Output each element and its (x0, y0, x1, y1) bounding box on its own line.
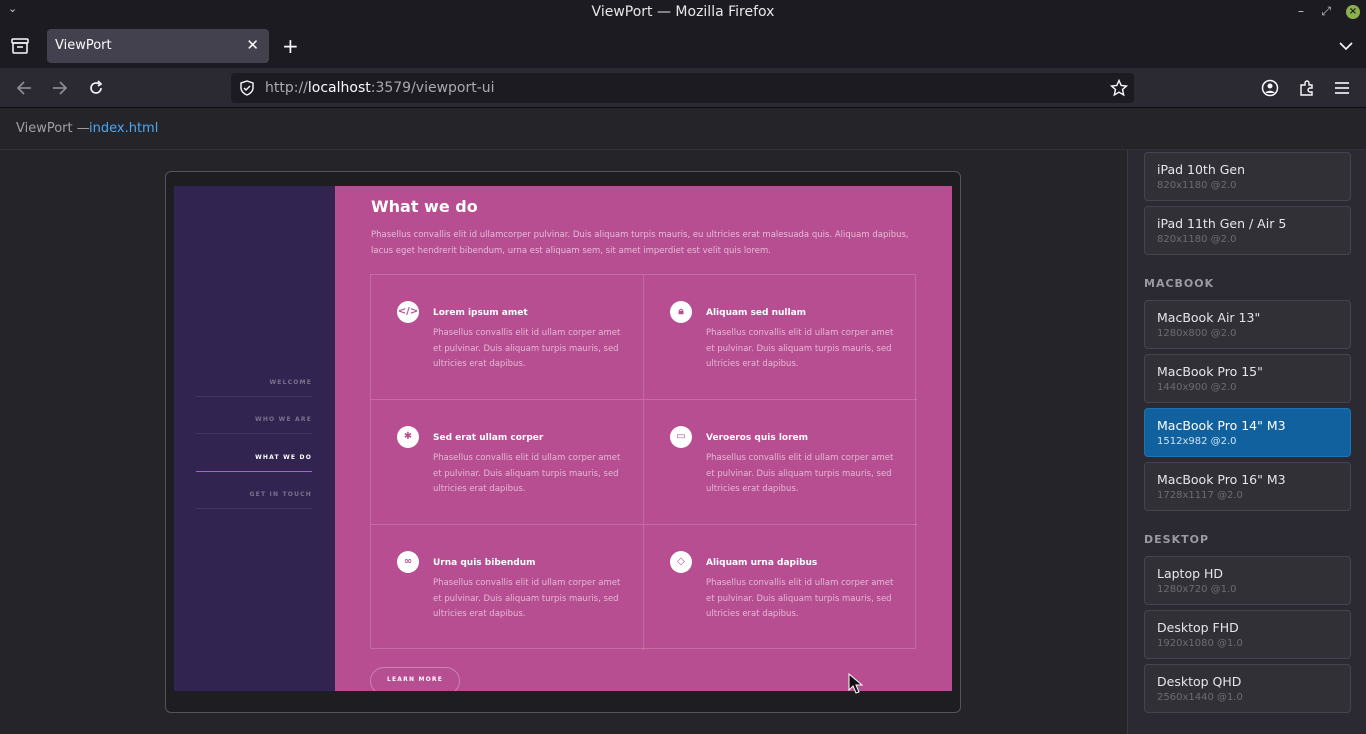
device-ipad-11th-gen[interactable]: iPad 11th Gen / Air 5 820x1180 @2.0 (1144, 206, 1351, 255)
tab-bar: ViewPort ✕ + (0, 25, 1366, 68)
device-spec: 1512x982 @2.0 (1157, 436, 1237, 447)
site-nav-get-in-touch[interactable]: GET IN TOUCH (196, 491, 312, 509)
device-spec: 820x1180 @2.0 (1157, 234, 1237, 245)
features-grid: </> Lorem ipsum amet Phasellus convallis… (370, 274, 917, 650)
site-main: What we do Phasellus convallis elit id u… (335, 186, 952, 691)
device-name: iPad 11th Gen / Air 5 (1157, 216, 1287, 231)
site-nav-who-we-are[interactable]: WHO WE ARE (196, 416, 312, 434)
cog-icon: ✱ (397, 426, 419, 448)
device-name: MacBook Pro 15" (1157, 364, 1263, 379)
feature-card: ◇ Aliquam urna dapibus Phasellus convall… (644, 525, 917, 650)
extensions-icon[interactable] (1298, 79, 1316, 97)
device-macbook-pro-15[interactable]: MacBook Pro 15" 1440x900 @2.0 (1144, 354, 1351, 403)
feature-desc: Phasellus convallis elit id ullam corper… (433, 328, 621, 369)
site-sidebar: WELCOME WHO WE ARE WHAT WE DO GET IN TOU… (174, 186, 335, 691)
gem-icon: ◇ (670, 551, 692, 573)
minimize-icon[interactable]: – (1298, 4, 1304, 18)
feature-desc: Phasellus convallis elit id ullam corper… (706, 453, 894, 494)
window-title: ViewPort — Mozilla Firefox (591, 4, 775, 20)
device-frame: WELCOME WHO WE ARE WHAT WE DO GET IN TOU… (165, 171, 961, 713)
tab-viewport[interactable]: ViewPort ✕ (47, 29, 269, 63)
device-macbook-pro-16-m3[interactable]: MacBook Pro 16" M3 1728x1117 @2.0 (1144, 462, 1351, 511)
shield-icon[interactable] (239, 80, 255, 96)
restore-icon[interactable]: ⤢ (1321, 4, 1331, 19)
feature-title: Aliquam urna dapibus (706, 558, 818, 568)
learn-more-button[interactable]: LEARN MORE (370, 667, 460, 691)
device-desktop-fhd[interactable]: Desktop FHD 1920x1080 @1.0 (1144, 610, 1351, 659)
feature-title: Aliquam sed nullam (706, 308, 807, 318)
device-name: MacBook Pro 14" M3 (1157, 418, 1286, 433)
breadcrumb-file-link[interactable]: index.html (89, 121, 158, 136)
close-window-icon[interactable]: × (1346, 5, 1360, 19)
device-spec: 1728x1117 @2.0 (1157, 490, 1243, 501)
tab-label: ViewPort (55, 38, 112, 53)
feature-card: 🔒︎ Aliquam sed nullam Phasellus convalli… (644, 275, 917, 400)
feature-desc: Phasellus convallis elit id ullam corper… (433, 578, 621, 619)
feature-desc: Phasellus convallis elit id ullam corper… (706, 578, 894, 619)
reload-icon[interactable] (88, 80, 104, 96)
feature-title: Lorem ipsum amet (433, 308, 528, 318)
section-intro: Phasellus convallis elit id ullamcorper … (371, 230, 909, 256)
lock-icon: 🔒︎ (670, 301, 692, 323)
device-name: MacBook Pro 16" M3 (1157, 472, 1286, 487)
device-screen[interactable]: WELCOME WHO WE ARE WHAT WE DO GET IN TOU… (174, 186, 952, 691)
list-tabs-icon[interactable] (1339, 41, 1353, 51)
url-bar[interactable]: http://localhost:3579/viewport-ui (231, 73, 1134, 103)
feature-desc: Phasellus convallis elit id ullam corper… (433, 453, 621, 494)
device-macbook-air-13[interactable]: MacBook Air 13" 1280x800 @2.0 (1144, 300, 1351, 349)
url-host: localhost (307, 80, 371, 96)
device-desktop-qhd[interactable]: Desktop QHD 2560x1440 @1.0 (1144, 664, 1351, 713)
device-spec: 1280x800 @2.0 (1157, 328, 1237, 339)
device-name: iPad 10th Gen (1157, 162, 1246, 177)
close-tab-icon[interactable]: ✕ (246, 36, 259, 54)
url-text[interactable]: http://localhost:3579/viewport-ui (265, 80, 495, 96)
device-spec: 1440x900 @2.0 (1157, 382, 1237, 393)
device-name: Desktop FHD (1157, 620, 1239, 635)
forward-icon[interactable] (52, 80, 68, 96)
device-spec: 1280x720 @1.0 (1157, 584, 1237, 595)
new-tab-icon[interactable]: + (282, 34, 299, 58)
window-titlebar: ⌄ ViewPort — Mozilla Firefox – ⤢ × (0, 0, 1366, 25)
device-spec: 2560x1440 @1.0 (1157, 692, 1243, 703)
device-name: MacBook Air 13" (1157, 310, 1261, 325)
feature-title: Urna quis bibendum (433, 558, 536, 568)
group-label-desktop: DESKTOP (1144, 533, 1210, 546)
feature-desc: Phasellus convallis elit id ullam corper… (706, 328, 894, 369)
device-macbook-pro-14-m3[interactable]: MacBook Pro 14" M3 1512x982 @2.0 (1144, 408, 1351, 457)
breadcrumb-app: ViewPort — (16, 121, 90, 136)
group-label-macbook: MACBOOK (1144, 277, 1215, 290)
link-icon: ∞ (397, 551, 419, 573)
url-prefix: http:// (265, 80, 308, 96)
url-path: :3579/viewport-ui (370, 80, 495, 96)
menu-icon[interactable] (1334, 81, 1350, 95)
tab-overview-icon[interactable] (11, 38, 29, 54)
back-icon[interactable] (16, 80, 32, 96)
desktop-icon: ▭ (670, 426, 692, 448)
site-nav-what-we-do[interactable]: WHAT WE DO (196, 454, 312, 472)
device-name: Laptop HD (1157, 566, 1224, 581)
feature-card: ▭ Veroeros quis lorem Phasellus convalli… (644, 400, 917, 525)
feature-card: ∞ Urna quis bibendum Phasellus convallis… (371, 525, 644, 650)
bookmark-star-icon[interactable] (1110, 79, 1128, 97)
mouse-cursor-icon (848, 673, 864, 694)
device-laptop-hd[interactable]: Laptop HD 1280x720 @1.0 (1144, 556, 1351, 605)
site-nav-welcome[interactable]: WELCOME (196, 379, 312, 397)
account-icon[interactable] (1261, 79, 1279, 97)
device-name: Desktop QHD (1157, 674, 1242, 689)
device-spec: 820x1180 @2.0 (1157, 180, 1237, 191)
code-icon: </> (397, 301, 419, 323)
device-panel: iPad 10th Gen 820x1180 @2.0 iPad 11th Ge… (1127, 150, 1366, 734)
viewport-header: ViewPort — index.html (0, 108, 1366, 150)
section-title: What we do (371, 197, 478, 216)
feature-title: Sed erat ullam corper (433, 433, 544, 443)
navigation-toolbar: http://localhost:3579/viewport-ui (0, 68, 1366, 108)
feature-title: Veroeros quis lorem (706, 433, 809, 443)
feature-card: </> Lorem ipsum amet Phasellus convallis… (371, 275, 644, 400)
feature-card: ✱ Sed erat ullam corper Phasellus conval… (371, 400, 644, 525)
preview-stage: WELCOME WHO WE ARE WHAT WE DO GET IN TOU… (0, 150, 1127, 734)
device-ipad-10th-gen[interactable]: iPad 10th Gen 820x1180 @2.0 (1144, 152, 1351, 201)
device-spec: 1920x1080 @1.0 (1157, 638, 1243, 649)
